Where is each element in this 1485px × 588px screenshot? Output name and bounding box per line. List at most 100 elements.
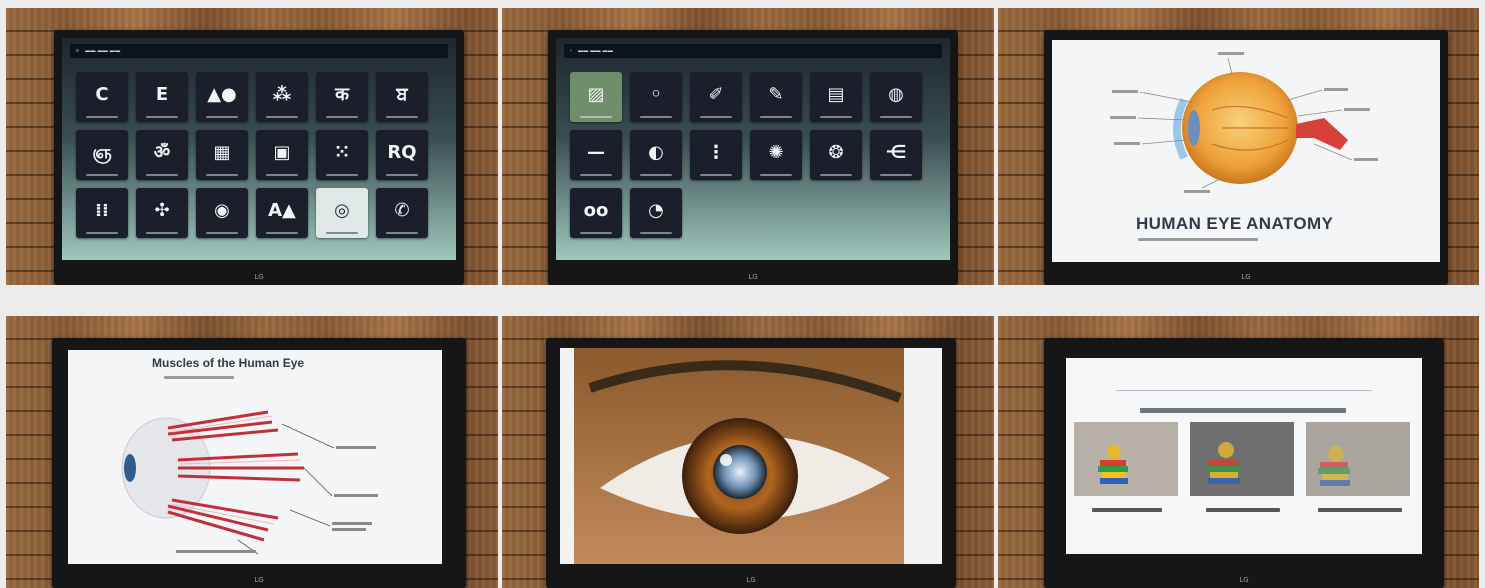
app-tile[interactable]: ✺ [750, 130, 802, 180]
app-tile-icon: ⁙ [334, 142, 350, 163]
app-tile-icon: oo [583, 200, 609, 221]
classroom-slide [1066, 358, 1422, 554]
app-tile-caption-blur [580, 174, 612, 176]
cataract-pupil [713, 445, 767, 499]
app-tile[interactable]: oo [570, 188, 622, 238]
app-tile-caption-blur [640, 116, 672, 118]
app-tile[interactable]: ⁙ [316, 130, 368, 180]
app-tile[interactable]: ⁂ [256, 72, 308, 122]
app-tile[interactable]: ◎ [316, 188, 368, 238]
monitor-logo: LG [1239, 576, 1249, 584]
slide-title-blur [1140, 408, 1346, 413]
app-tile-caption-blur [386, 232, 418, 234]
photo-launcher-b: ‹ ▬▬ ▬▬ ▬▬ ▨ ◦ ✐ ✎ ▤ ◍ — ◐ ⋮ ✺ ❂ ⋲ oo ◔ LG [502, 8, 994, 285]
app-tile-icon: ✎ [768, 84, 784, 105]
app-tile[interactable]: — [570, 130, 622, 180]
app-tile[interactable]: ▲● [196, 72, 248, 122]
app-tile[interactable]: ◐ [630, 130, 682, 180]
app-tile[interactable]: ਬ [376, 72, 428, 122]
app-tile-icon: ◉ [214, 200, 230, 221]
app-tile[interactable]: ⁞⁞ [76, 188, 128, 238]
app-tile-caption-blur [580, 232, 612, 234]
app-tile[interactable]: ॐ [136, 130, 188, 180]
app-tile[interactable]: क [316, 72, 368, 122]
monitor: LG [546, 338, 956, 588]
monitor: LG [1044, 338, 1444, 588]
app-tile[interactable]: C [76, 72, 128, 122]
app-tile-icon: ✆ [394, 200, 410, 221]
app-tile-icon: ▨ [587, 84, 605, 105]
app-tile[interactable]: E [136, 72, 188, 122]
photo-classroom-slide: LG [998, 316, 1479, 588]
app-tile-caption-blur [146, 174, 178, 176]
app-tile-icon: ✐ [708, 84, 724, 105]
app-tile[interactable]: ✐ [690, 72, 742, 122]
app-tile-caption-blur [326, 174, 358, 176]
app-tile-caption-blur [266, 116, 298, 118]
app-tile-icon: ❂ [828, 142, 844, 163]
app-tile-icon: E [155, 84, 169, 105]
app-tile-caption-blur [760, 116, 792, 118]
app-tile[interactable]: ⋮ [690, 130, 742, 180]
monitor: HUMAN EYE ANATOMY LG [1044, 30, 1448, 285]
app-tile-caption-blur [820, 116, 852, 118]
eye-muscles-diagram [121, 410, 378, 555]
app-tile-caption-blur [146, 232, 178, 234]
app-tile[interactable]: ◔ [630, 188, 682, 238]
app-tile[interactable]: ✎ [750, 72, 802, 122]
monitor-logo: LG [746, 576, 756, 584]
monitor: Muscles of the Human Eye LG [52, 338, 466, 588]
app-tile[interactable]: ✣ [136, 188, 188, 238]
app-tile-caption-blur [146, 116, 178, 118]
app-tile-caption-blur [386, 174, 418, 176]
app-tile[interactable]: ⋲ [870, 130, 922, 180]
iris-shape [124, 454, 136, 482]
app-tile[interactable]: RQ [376, 130, 428, 180]
app-tile[interactable]: ▦ [196, 130, 248, 180]
app-tile[interactable]: ஞ [76, 130, 128, 180]
app-grid: C E ▲● ⁂ क ਬ ஞ ॐ ▦ ▣ ⁙ RQ ⁞⁞ ✣ ◉ A▲ ◎ ✆ [76, 72, 428, 238]
app-tile-caption-blur [820, 174, 852, 176]
app-tile[interactable]: ◉ [196, 188, 248, 238]
top-bar-title-blur: ▬▬ ▬▬ ▬▬ [85, 48, 121, 54]
monitor: ‹ ▬▬ ▬▬ ▬▬ ▨ ◦ ✐ ✎ ▤ ◍ — ◐ ⋮ ✺ ❂ ⋲ oo ◔ LG [548, 30, 958, 285]
photo-eye-anatomy: HUMAN EYE ANATOMY LG [998, 8, 1479, 285]
muscle-bundles [167, 410, 304, 542]
app-tile[interactable]: A▲ [256, 188, 308, 238]
app-tile[interactable]: ✆ [376, 188, 428, 238]
top-bar-title-blur: ▬▬ ▬▬ ▬▬ [577, 48, 614, 54]
optic-nerve-shape [1296, 118, 1348, 150]
app-tile-icon: ▤ [827, 84, 845, 105]
app-tile-icon: ▣ [273, 142, 291, 163]
eye-muscles-slide: Muscles of the Human Eye [68, 350, 442, 564]
app-tile-icon: ⁞⁞ [95, 200, 109, 221]
monitor-logo: LG [254, 576, 264, 584]
app-tile-caption-blur [580, 116, 612, 118]
app-tile-icon: ◦ [650, 84, 662, 105]
eye-anatomy-slide: HUMAN EYE ANATOMY [1052, 40, 1440, 262]
caption-blur [1318, 508, 1402, 512]
app-tile-caption-blur [86, 232, 118, 234]
app-tile-caption-blur [206, 116, 238, 118]
app-tile[interactable]: ▨ [570, 72, 622, 122]
back-icon: ‹ [570, 48, 572, 54]
app-tile[interactable]: ◦ [630, 72, 682, 122]
app-tile-caption-blur [640, 174, 672, 176]
app-tile-icon: ◎ [334, 200, 350, 221]
app-tile[interactable]: ❂ [810, 130, 862, 180]
app-tile[interactable]: ▤ [810, 72, 862, 122]
app-tile[interactable]: ◍ [870, 72, 922, 122]
app-tile[interactable]: ▣ [256, 130, 308, 180]
app-tile-icon: ▦ [213, 142, 231, 163]
app-tile-icon: ⋮ [707, 142, 725, 163]
lens-shape [1188, 110, 1200, 146]
app-tile-icon: RQ [387, 142, 417, 163]
divider [1116, 390, 1372, 391]
menu-icon: ≡ [76, 48, 80, 54]
launcher-screen: ≡ ▬▬ ▬▬ ▬▬ C E ▲● ⁂ क ਬ ஞ ॐ ▦ ▣ ⁙ RQ ⁞⁞ ✣ ◉ A▲ ◎ ✆ [62, 38, 456, 260]
photo-collage: ≡ ▬▬ ▬▬ ▬▬ C E ▲● ⁂ क ਬ ஞ ॐ ▦ ▣ ⁙ RQ ⁞⁞ ✣ ◉ A▲ ◎ ✆ LG ‹ ▬… [0, 0, 1485, 588]
photo-blurred-vision [1190, 422, 1294, 496]
app-tile-caption-blur [86, 116, 118, 118]
app-tile-caption-blur [386, 116, 418, 118]
app-tile-icon: ◍ [888, 84, 904, 105]
